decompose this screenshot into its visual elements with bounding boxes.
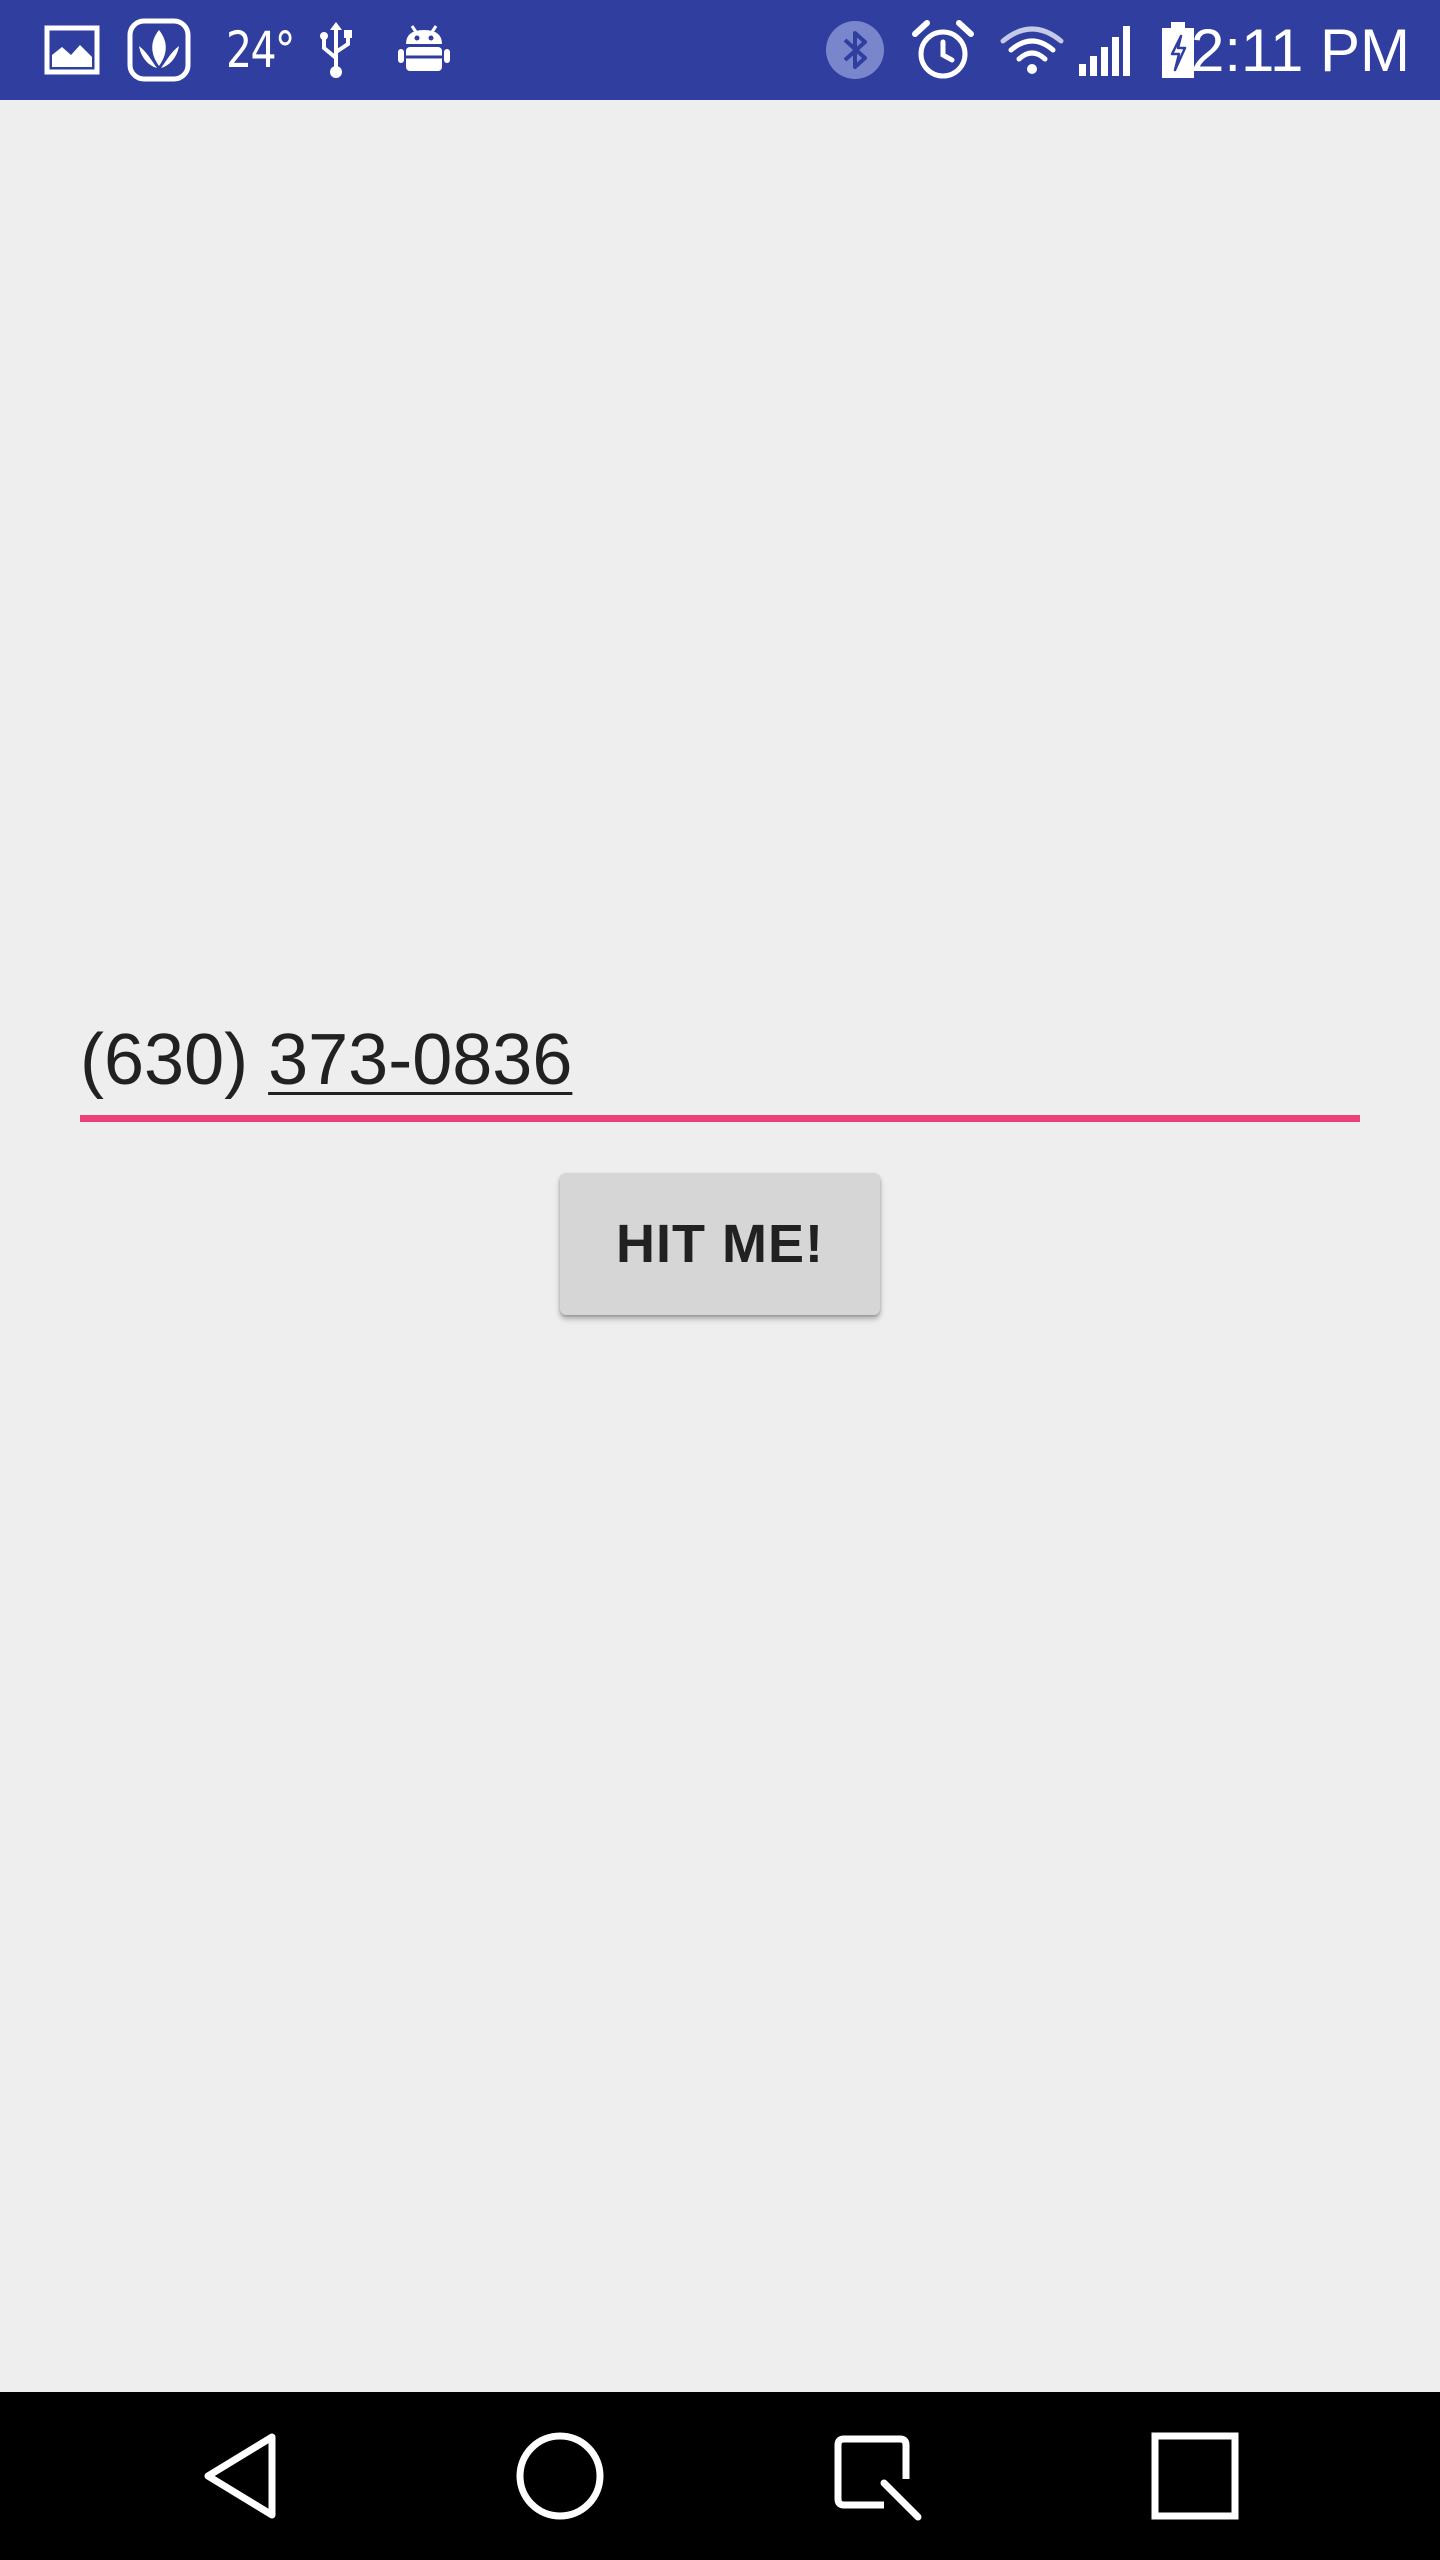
back-icon [204,2433,276,2519]
home-icon [516,2432,604,2520]
phone-number-field[interactable]: (630) 373-0836 [80,1010,1360,1122]
usb-icon [314,0,358,100]
main-content: (630) 373-0836 HIT ME! [0,100,1440,2392]
status-bar: 24° 2:11 PM [0,0,1440,100]
temperature-label: 24° [226,21,295,79]
phone-area-code: (630) [80,1020,269,1100]
android-debug-icon [394,0,454,100]
gallery-icon [42,0,102,100]
navigation-bar [0,2392,1440,2560]
quick-memo-icon [834,2435,922,2521]
bluetooth-icon [824,0,886,100]
signal-icon [1076,0,1136,100]
back-button[interactable] [175,2392,315,2560]
quick-memo-button[interactable] [807,2392,947,2560]
alarm-icon [910,0,976,100]
clock: 2:11 PM [1191,17,1410,84]
phone-local-number: 373-0836 [268,1020,573,1100]
recents-icon [1151,2432,1239,2520]
wifi-icon [998,0,1066,100]
hit-me-button[interactable]: HIT ME! [560,1173,880,1315]
recents-button[interactable] [1125,2392,1265,2560]
phone-number-value[interactable]: (630) 373-0836 [80,1018,572,1102]
home-button[interactable] [490,2392,630,2560]
saavn-icon [126,0,192,100]
